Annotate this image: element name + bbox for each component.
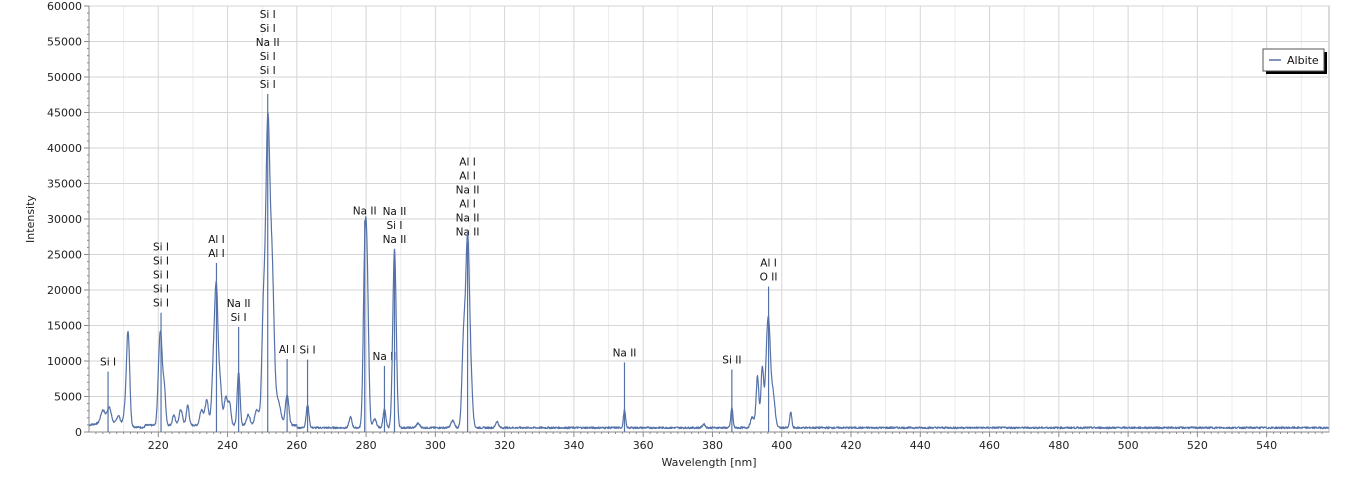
- y-tick-label: 60000: [47, 0, 82, 13]
- peak-label: Si II: [722, 355, 741, 367]
- peak-label: Al I: [459, 157, 476, 169]
- peak-label: Al I: [208, 248, 225, 260]
- peak-label: Si I: [153, 298, 169, 310]
- x-tick-label: 220: [148, 439, 169, 452]
- peak-label: Na II: [383, 206, 407, 218]
- x-tick-label: 400: [771, 439, 792, 452]
- y-tick-label: 15000: [47, 320, 82, 333]
- y-tick-label: 0: [75, 426, 82, 439]
- x-tick-label: 520: [1187, 439, 1208, 452]
- y-tick-label: 10000: [47, 355, 82, 368]
- y-tick-label: 35000: [47, 178, 82, 191]
- peak-label: Na II: [353, 205, 377, 217]
- y-tick-label: 55000: [47, 36, 82, 49]
- legend-label: Albite: [1287, 54, 1319, 67]
- x-tick-label: 360: [633, 439, 654, 452]
- peak-label: Si I: [260, 9, 276, 21]
- x-tick-label: 500: [1118, 439, 1139, 452]
- chart-svg: 220 240 260 280 300 320 340 360 380 400 420 440 460 4…: [24, 0, 1330, 469]
- peak-label: Al I: [760, 257, 777, 269]
- y-tick-label: 50000: [47, 71, 82, 84]
- peak-label: Si I: [153, 256, 169, 268]
- peak-label: Si I: [260, 65, 276, 77]
- peak-label: Si I: [153, 284, 169, 296]
- x-tick-label: 540: [1256, 439, 1277, 452]
- peak-label: Si I: [153, 270, 169, 282]
- peak-label: Si I: [260, 79, 276, 91]
- peak-label: Si I: [153, 242, 169, 254]
- peak-label: Si I: [260, 51, 276, 63]
- y-tick-label: 45000: [47, 107, 82, 120]
- x-tick-label: 440: [910, 439, 931, 452]
- x-tick-label: 240: [217, 439, 238, 452]
- x-axis-title: Wavelength [nm]: [661, 456, 756, 469]
- x-tick-label: 260: [286, 439, 307, 452]
- peak-label: Al I: [459, 199, 476, 211]
- peak-label: Si I: [300, 345, 316, 357]
- y-tick-label: 5000: [54, 391, 82, 404]
- y-axis-title: Intensity: [24, 195, 37, 243]
- peak-label: Si I: [260, 23, 276, 35]
- peak-label: Al I: [459, 171, 476, 183]
- legend[interactable]: Albite: [1262, 48, 1327, 74]
- y-tick-label: 30000: [47, 213, 82, 226]
- peak-label: Na II: [256, 37, 280, 49]
- peak-label: O II: [760, 271, 778, 283]
- x-tick-label: 420: [841, 439, 862, 452]
- peak-label: Si I: [231, 312, 247, 324]
- x-tick-label: 380: [702, 439, 723, 452]
- y-tick-label: 40000: [47, 142, 82, 155]
- y-tick-label: 20000: [47, 284, 82, 297]
- x-tick-label: 340: [563, 439, 584, 452]
- y-tick-label: 25000: [47, 249, 82, 262]
- x-tick-label: 480: [1048, 439, 1069, 452]
- peak-label: Al I: [279, 344, 296, 356]
- peak-label: Na II: [613, 347, 637, 359]
- x-tick-label: 280: [356, 439, 377, 452]
- spectrum-chart: 220 240 260 280 300 320 340 360 380 400 420 440 460 4…: [0, 0, 1356, 483]
- peak-label: Na II: [456, 185, 480, 197]
- peak-label: Na II: [456, 213, 480, 225]
- x-tick-label: 320: [494, 439, 515, 452]
- peak-label: Si I: [386, 220, 402, 232]
- peak-label: Al I: [208, 234, 225, 246]
- peak-label: Na II: [227, 298, 251, 310]
- x-tick-label: 300: [425, 439, 446, 452]
- peak-label: Si I: [100, 357, 116, 369]
- x-tick-label: 460: [979, 439, 1000, 452]
- peak-label: Na II: [383, 234, 407, 246]
